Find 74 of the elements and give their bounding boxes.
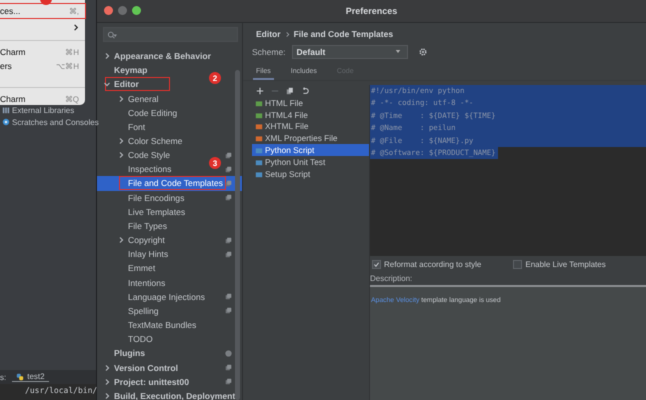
settings-tree-item[interactable]: Code Editing [126,106,180,119]
settings-tree-item[interactable]: File and Code Templates [120,177,225,190]
search-icon [107,30,117,38]
chevron-right-icon[interactable] [117,151,125,160]
settings-tree-item[interactable]: Font [126,120,148,133]
library-icon [2,106,10,114]
chevron-right-icon[interactable] [103,364,111,372]
template-item[interactable]: Python Script [252,144,369,156]
settings-tree-item[interactable]: Editor [106,78,169,90]
settings-tree-item[interactable]: Keymap [112,64,150,76]
settings-tree-item[interactable]: File Encodings [126,192,186,204]
breadcrumb-item: File and Code Templates [294,29,394,39]
settings-tree-item[interactable]: Language Injections [126,290,207,303]
menu-item[interactable]: ers ⌥⌘H [0,59,85,73]
settings-tree-item[interactable]: Copyright [126,234,167,246]
chevron-right-icon [284,30,290,38]
scratch-icon [2,118,10,126]
menu-item[interactable]: Charm ⌘Q [0,92,85,106]
chevron-right-icon[interactable] [117,137,125,146]
settings-tree-item[interactable]: File Types [126,220,170,232]
menu-item[interactable]: ces... ⌘, [0,4,85,18]
python-icon [16,372,24,380]
settings-tree-item[interactable]: Inspections [126,163,174,176]
project-tree-item[interactable]: External Libraries [12,106,74,114]
chevron-right-icon[interactable] [117,94,125,103]
settings-tree-item[interactable]: General [126,92,161,105]
template-item[interactable]: HTML4 File [252,108,369,121]
chevron-right-icon [72,24,79,30]
settings-tree-item[interactable]: Spelling [126,304,161,317]
run-tab[interactable]: test2 [12,372,49,382]
menu-item[interactable]: Charm ⌘H [0,45,85,59]
annotation-marker: 3 [209,157,221,170]
checkbox-label: Enable Live Templates [525,260,606,268]
settings-tree-item[interactable]: Color Scheme [126,135,184,148]
settings-tree-item[interactable]: Project: unittest00 [112,376,191,388]
window-title: Preferences [346,6,398,16]
checkbox[interactable] [372,260,381,268]
caret-icon [394,49,401,54]
template-item[interactable]: HTML File [252,97,369,109]
zoom-button[interactable] [132,6,141,15]
checkbox[interactable] [513,260,522,268]
settings-tree-item[interactable]: Version Control [112,362,180,374]
scheme-dropdown[interactable]: Default [292,44,408,58]
settings-tree-item[interactable]: Inlay Hints [126,248,170,260]
template-item[interactable]: XHTML File [252,120,369,132]
chevron-right-icon[interactable] [117,236,125,244]
description-label: Description: [370,273,414,285]
chevron-right-icon[interactable] [103,52,111,60]
settings-tree-item[interactable]: TODO [126,333,155,346]
settings-tree-item[interactable]: Live Templates [126,206,188,218]
undo-icon[interactable] [301,87,309,95]
search-field[interactable] [103,27,238,42]
template-item[interactable]: Setup Script [252,168,369,180]
settings-tree-item[interactable]: Code Style [126,149,172,162]
settings-tree-item[interactable]: Emmet [126,262,158,274]
settings-tree-item[interactable]: Appearance & Behavior [112,50,213,62]
chevron-down-icon[interactable] [103,80,111,88]
settings-tree-item[interactable]: Plugins [112,347,148,360]
close-button[interactable] [104,6,113,15]
annotation-marker: 2 [209,72,221,84]
settings-icon[interactable] [418,46,428,56]
add-icon[interactable] [256,87,264,95]
scheme-label: Scheme: [252,46,286,56]
run-label: s: [0,372,6,382]
template-item[interactable]: XML Properties File [252,132,369,144]
chevron-right-icon[interactable] [103,392,111,400]
project-tree-item[interactable]: Scratches and Consoles [12,118,99,126]
settings-tree-item[interactable]: Intentions [126,276,168,289]
settings-tree-item[interactable]: TextMate Bundles [126,319,198,332]
checkbox-label: Reformat according to style [384,260,482,268]
breadcrumb-item: Editor [256,29,281,39]
chevron-right-icon[interactable] [103,378,111,386]
copy-icon[interactable] [286,87,294,95]
template-item[interactable]: Python Unit Test [252,156,369,168]
